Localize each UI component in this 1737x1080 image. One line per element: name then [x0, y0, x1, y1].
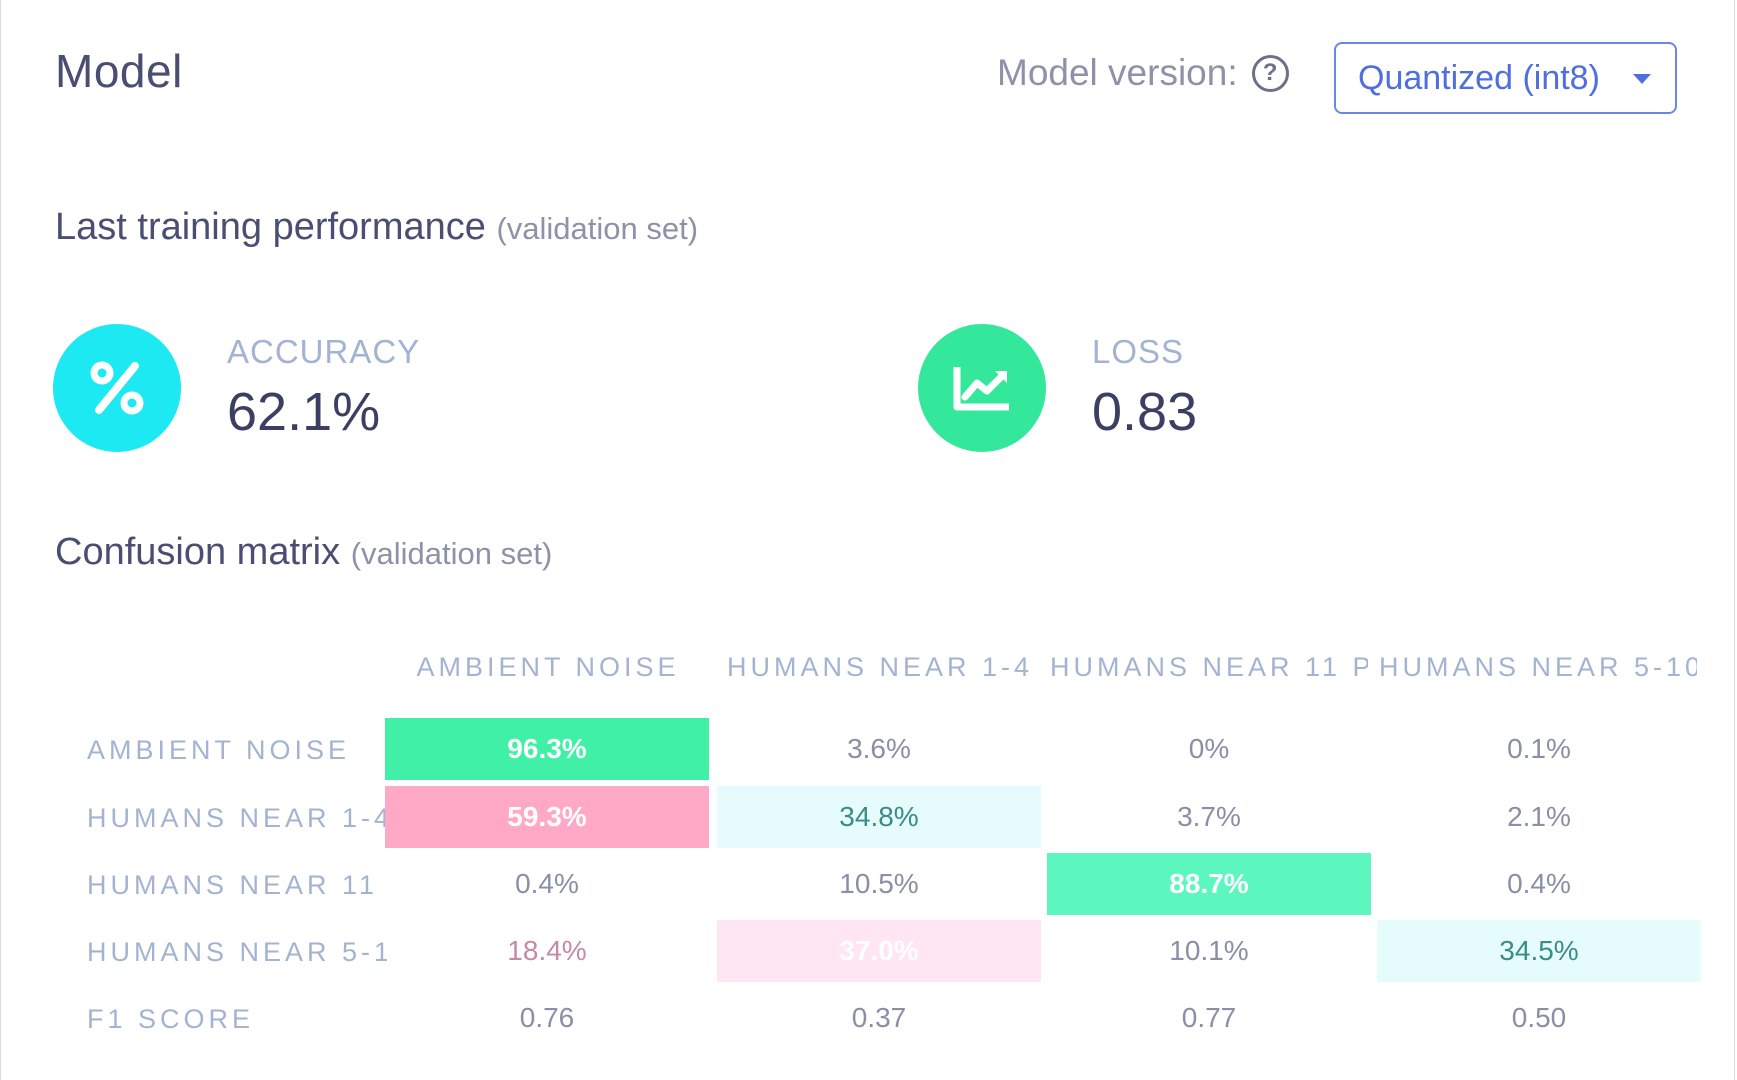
- confusion-title: Confusion matrix (validation set): [55, 531, 552, 574]
- f1-score-value: 0.77: [1181, 1002, 1237, 1033]
- performance-title: Last training performance (validation se…: [55, 206, 698, 249]
- column-header: AMBIENT NOISE: [416, 652, 680, 682]
- accuracy-label: ACCURACY: [227, 333, 421, 370]
- matrix-cell: 2.1%: [1507, 801, 1571, 832]
- loss-value: 0.83: [1092, 382, 1198, 442]
- model-card: Model Model version: ? Quantized (int8) …: [0, 0, 1735, 1080]
- row-header: AMBIENT NOISE: [87, 735, 351, 765]
- f1-score-value: 0.37: [851, 1002, 907, 1033]
- matrix-cell: 10.5%: [839, 868, 919, 899]
- matrix-cell: 88.7%: [1047, 853, 1371, 915]
- f1-score-value: 0.76: [519, 1002, 575, 1033]
- caret-down-icon: [1633, 74, 1651, 84]
- column-header: HUMANS NEAR 1-4: [726, 652, 1034, 682]
- matrix-cell: 0%: [1188, 733, 1230, 764]
- f1-score-value: 0.50: [1511, 1002, 1567, 1033]
- accuracy-metric: ACCURACY 62.1%: [53, 324, 420, 452]
- matrix-cell: 37.0%: [717, 920, 1041, 982]
- performance-subtitle: (validation set): [496, 211, 699, 246]
- matrix-cell: 18.4%: [507, 935, 587, 966]
- accuracy-value: 62.1%: [227, 382, 381, 442]
- card-title: Model: [55, 45, 183, 97]
- model-version-value: Quantized (int8): [1358, 58, 1600, 97]
- matrix-cell: 0.4%: [515, 868, 579, 899]
- matrix-cell: 3.6%: [847, 733, 911, 764]
- matrix-cell: 10.1%: [1169, 935, 1249, 966]
- model-version-label: Model version: ?: [997, 52, 1289, 94]
- matrix-cell: 34.8%: [717, 786, 1041, 848]
- chart-line-icon: [918, 324, 1046, 452]
- f1-score-label: F1 SCORE: [87, 1004, 255, 1034]
- row-header: HUMANS NEAR 1-4: [87, 803, 387, 833]
- column-header: HUMANS NEAR 5-10: [1379, 652, 1697, 682]
- performance-title-text: Last training performance: [55, 206, 486, 248]
- row-header: HUMANS NEAR 5-10: [87, 937, 387, 967]
- matrix-cell: 0.4%: [1507, 868, 1571, 899]
- matrix-cell: 96.3%: [385, 718, 709, 780]
- model-version-dropdown[interactable]: Quantized (int8): [1334, 42, 1677, 114]
- matrix-cell: 34.5%: [1377, 920, 1701, 982]
- loss-metric: LOSS 0.83: [918, 324, 1197, 452]
- help-icon[interactable]: ?: [1251, 54, 1289, 92]
- row-header: HUMANS NEAR 11 P: [87, 870, 387, 900]
- matrix-cell: 59.3%: [385, 786, 709, 848]
- confusion-subtitle: (validation set): [350, 536, 553, 571]
- model-version-text: Model version:: [997, 52, 1238, 93]
- percent-icon: [53, 324, 181, 452]
- loss-label: LOSS: [1092, 333, 1185, 370]
- column-header: HUMANS NEAR 11 P: [1050, 652, 1368, 682]
- matrix-cell: 3.7%: [1177, 801, 1241, 832]
- matrix-cell: 0.1%: [1507, 733, 1571, 764]
- confusion-title-text: Confusion matrix: [55, 531, 341, 573]
